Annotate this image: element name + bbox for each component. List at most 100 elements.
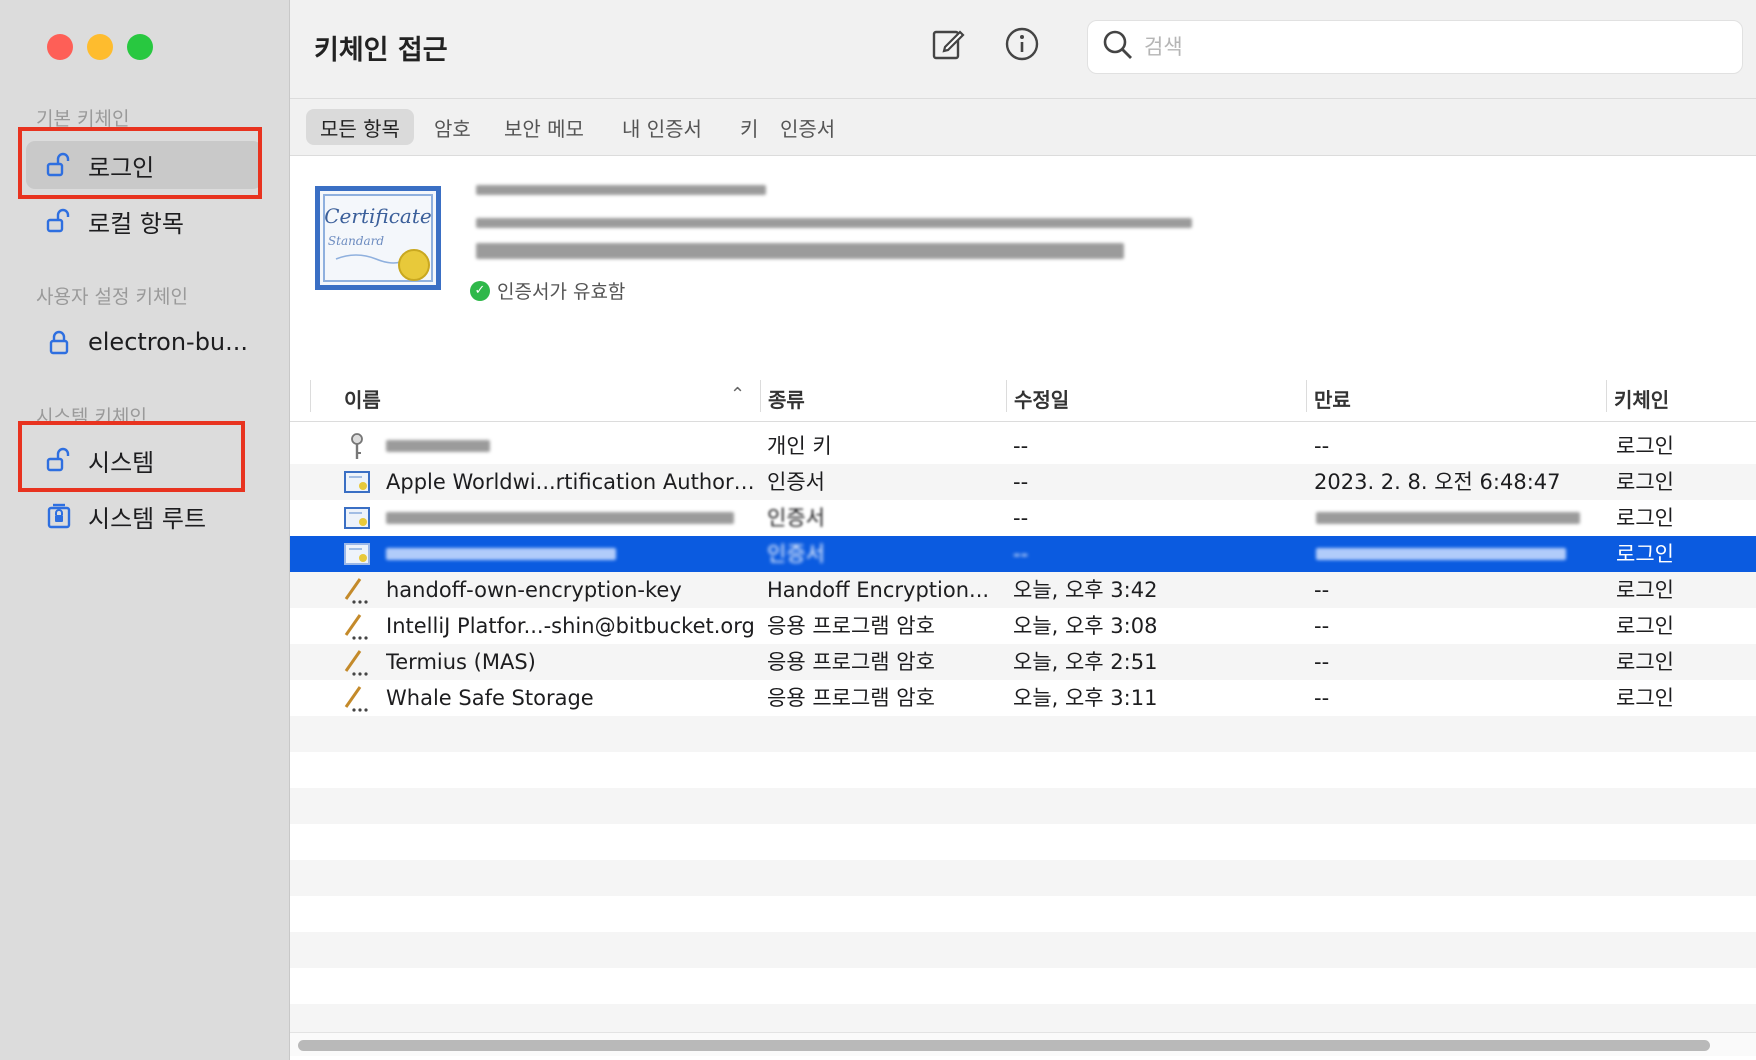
scrollbar-thumb[interactable] [298, 1040, 1710, 1051]
row-expires: -- [1314, 578, 1330, 602]
sort-ascending-icon[interactable]: ⌃ [730, 384, 745, 405]
sidebar-item-label: 로컬 항목 [88, 209, 184, 238]
row-keychain: 로그인 [1616, 434, 1674, 458]
svg-text:Standard: Standard [328, 234, 384, 248]
row-keychain: 로그인 [1616, 650, 1674, 674]
column-header-name[interactable]: 이름 [344, 384, 381, 413]
row-name: IntelliJ Platfor...-shin@bitbucket.org [386, 614, 755, 638]
table-row[interactable]: Termius (MAS) 응용 프로그램 암호 오늘, 오후 2:51 -- … [290, 644, 1756, 680]
row-expires: -- [1314, 650, 1330, 674]
section-header-custom-keychains: 사용자 설정 키체인 [36, 286, 188, 308]
tab-certificates[interactable]: 인증서 [766, 109, 849, 145]
search-field[interactable] [1087, 20, 1743, 74]
table-row-selected[interactable]: 인증서 -- 로그인 [290, 536, 1756, 572]
certificate-status-text: 인증서가 유효함 [497, 281, 626, 303]
section-header-system-keychains: 시스템 키체인 [36, 406, 147, 428]
redacted-row-expires [1316, 548, 1566, 560]
row-keychain: 로그인 [1616, 542, 1674, 566]
sidebar-item-electron-builder[interactable]: electron-bu... [26, 318, 262, 366]
search-input[interactable] [1144, 35, 1704, 59]
table-row[interactable]: Whale Safe Storage 응용 프로그램 암호 오늘, 오후 3:1… [290, 680, 1756, 716]
unlock-icon [44, 445, 74, 475]
row-kind: 인증서 [767, 470, 825, 494]
table-row[interactable]: handoff-own-encryption-key Handoff Encry… [290, 572, 1756, 608]
column-divider[interactable] [1006, 380, 1007, 412]
password-icon [342, 575, 372, 605]
sidebar-item-local-items[interactable]: 로컬 항목 [26, 197, 262, 245]
row-modified: -- [1013, 542, 1029, 566]
row-kind: Handoff Encryption... [767, 578, 990, 602]
row-expires: -- [1314, 614, 1330, 638]
row-keychain: 로그인 [1616, 686, 1674, 710]
row-keychain: 로그인 [1616, 506, 1674, 530]
sidebar-item-system-roots[interactable]: 시스템 루트 [26, 492, 262, 540]
column-header-expires[interactable]: 만료 [1314, 384, 1351, 413]
section-header-default-keychains: 기본 키체인 [36, 108, 130, 130]
row-keychain: 로그인 [1616, 614, 1674, 638]
password-icon [342, 611, 372, 641]
tab-secure-notes[interactable]: 보안 메모 [490, 109, 598, 145]
detail-panel: Certificate Standard ✓ 인증서가 유효함 [290, 157, 1756, 367]
row-kind: 응용 프로그램 암호 [767, 686, 935, 710]
row-modified: 오늘, 오후 3:42 [1013, 578, 1158, 602]
empty-row [290, 824, 1756, 860]
table-row[interactable]: 인증서 -- 로그인 [290, 500, 1756, 536]
row-name: Whale Safe Storage [386, 686, 594, 710]
unlock-icon [44, 206, 74, 236]
search-icon [1102, 29, 1134, 65]
close-window-button[interactable] [47, 34, 73, 60]
sidebar: 기본 키체인 로그인 로컬 항목 사용자 설정 키체인 electron-bu.… [0, 0, 290, 1060]
redacted-issuer-line [476, 218, 1192, 228]
sidebar-item-system[interactable]: 시스템 [26, 436, 262, 484]
column-divider[interactable] [1306, 380, 1307, 412]
column-header-keychain[interactable]: 키체인 [1614, 384, 1669, 413]
row-kind: 인증서 [767, 506, 825, 530]
lock-icon [44, 327, 74, 357]
info-button[interactable] [1002, 26, 1042, 66]
column-divider[interactable] [1606, 380, 1607, 412]
row-modified: 오늘, 오후 3:11 [1013, 686, 1158, 710]
zoom-window-button[interactable] [127, 34, 153, 60]
keychain-window: 기본 키체인 로그인 로컬 항목 사용자 설정 키체인 electron-bu.… [0, 0, 1756, 1060]
password-icon [342, 647, 372, 677]
tab-my-certificates[interactable]: 내 인증서 [608, 109, 716, 145]
row-expires: -- [1314, 686, 1330, 710]
password-icon [342, 683, 372, 713]
toolbar: 키체인 접근 [290, 0, 1756, 98]
minimize-window-button[interactable] [87, 34, 113, 60]
certificate-icon [342, 467, 372, 497]
sidebar-item-label: 시스템 루트 [88, 504, 207, 533]
empty-row [290, 716, 1756, 752]
tab-all-items[interactable]: 모든 항목 [306, 109, 414, 145]
row-kind: 응용 프로그램 암호 [767, 614, 935, 638]
svg-text:Certificate: Certificate [324, 204, 431, 228]
table-row[interactable]: 개인 키 -- -- 로그인 [290, 428, 1756, 464]
certificate-icon: Certificate Standard [314, 185, 442, 291]
locked-box-icon [44, 501, 74, 531]
window-title: 키체인 접근 [314, 35, 448, 66]
column-header-modified[interactable]: 수정일 [1014, 384, 1069, 413]
compose-icon [930, 26, 966, 66]
keychain-items-table: 개인 키 -- -- 로그인 Apple Worldwi...rtificati… [290, 428, 1756, 1040]
horizontal-scrollbar[interactable] [290, 1032, 1756, 1056]
key-icon [342, 431, 372, 461]
tab-passwords[interactable]: 암호 [420, 109, 485, 145]
row-keychain: 로그인 [1616, 470, 1674, 494]
empty-row [290, 788, 1756, 824]
row-kind: 개인 키 [767, 434, 832, 458]
table-row[interactable]: IntelliJ Platfor...-shin@bitbucket.org 응… [290, 608, 1756, 644]
table-row[interactable]: Apple Worldwi...rtification Authority 인증… [290, 464, 1756, 500]
column-divider[interactable] [760, 380, 761, 412]
column-header-kind[interactable]: 종류 [768, 384, 805, 413]
empty-row [290, 860, 1756, 896]
row-modified: -- [1013, 506, 1029, 530]
row-modified: 오늘, 오후 2:51 [1013, 650, 1158, 674]
empty-row [290, 968, 1756, 1004]
info-icon [1004, 26, 1040, 66]
compose-button[interactable] [928, 26, 968, 66]
row-modified: 오늘, 오후 3:08 [1013, 614, 1158, 638]
category-tab-bar: 모든 항목 암호 보안 메모 내 인증서 키 인증서 [290, 98, 1756, 156]
sidebar-item-login[interactable]: 로그인 [26, 141, 262, 189]
row-kind: 인증서 [767, 542, 825, 566]
sidebar-item-label: 시스템 [88, 448, 155, 477]
